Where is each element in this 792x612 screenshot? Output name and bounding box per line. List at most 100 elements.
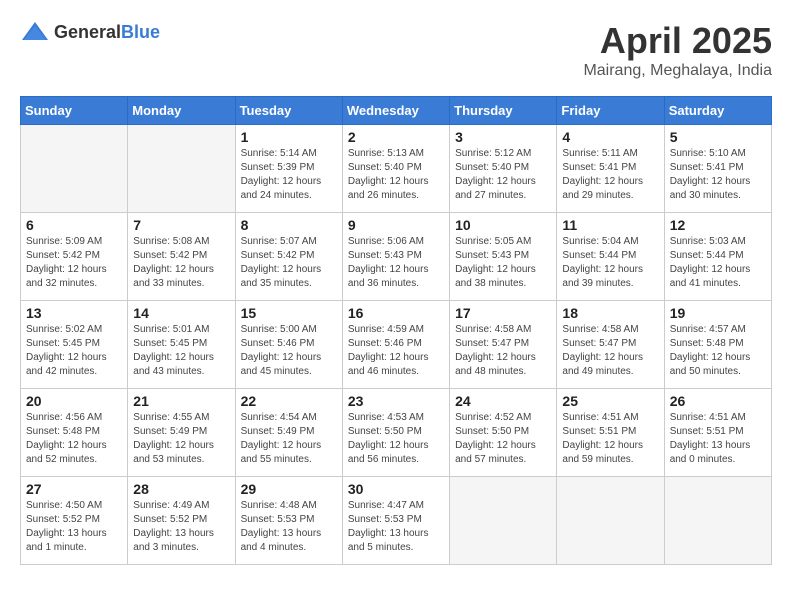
day-info: Sunrise: 5:02 AM Sunset: 5:45 PM Dayligh… xyxy=(26,323,122,379)
day-number: 6 xyxy=(26,217,122,233)
day-info: Sunrise: 4:58 AM Sunset: 5:47 PM Dayligh… xyxy=(562,323,658,379)
day-number: 4 xyxy=(562,129,658,145)
week-row-2: 6 Sunrise: 5:09 AM Sunset: 5:42 PM Daylig… xyxy=(21,213,772,301)
day-number: 11 xyxy=(562,217,658,233)
calendar-cell: 18 Sunrise: 4:58 AM Sunset: 5:47 PM Dayli… xyxy=(557,301,664,389)
day-number: 15 xyxy=(241,305,337,321)
logo: GeneralBlue xyxy=(20,20,160,44)
weekday-header-friday: Friday xyxy=(557,97,664,125)
week-row-5: 27Sunrise: 4:50 AM Sunset: 5:52 PM Dayli… xyxy=(21,477,772,565)
calendar-cell: 23 Sunrise: 4:53 AM Sunset: 5:50 PM Dayli… xyxy=(342,389,449,477)
calendar-cell: 7 Sunrise: 5:08 AM Sunset: 5:42 PM Daylig… xyxy=(128,213,235,301)
calendar-cell: 29 Sunrise: 4:48 AM Sunset: 5:53 PM Dayli… xyxy=(235,477,342,565)
day-info: Sunrise: 5:09 AM Sunset: 5:42 PM Dayligh… xyxy=(26,235,122,291)
day-info: Sunrise: 5:00 AM Sunset: 5:46 PM Dayligh… xyxy=(241,323,337,379)
calendar-cell: 2 Sunrise: 5:13 AM Sunset: 5:40 PM Daylig… xyxy=(342,125,449,213)
logo-general: General xyxy=(54,22,121,42)
weekday-header-wednesday: Wednesday xyxy=(342,97,449,125)
day-number: 26 xyxy=(670,393,766,409)
day-info: Sunrise: 4:55 AM Sunset: 5:49 PM Dayligh… xyxy=(133,411,229,467)
calendar-cell: 20 Sunrise: 4:56 AM Sunset: 5:48 PM Dayli… xyxy=(21,389,128,477)
calendar-cell xyxy=(128,125,235,213)
day-number: 24 xyxy=(455,393,551,409)
logo-text: GeneralBlue xyxy=(54,22,160,43)
day-info: Sunrise: 4:51 AM Sunset: 5:51 PM Dayligh… xyxy=(562,411,658,467)
calendar-cell: 27Sunrise: 4:50 AM Sunset: 5:52 PM Dayli… xyxy=(21,477,128,565)
calendar-cell: 21 Sunrise: 4:55 AM Sunset: 5:49 PM Dayli… xyxy=(128,389,235,477)
calendar-cell: 1 Sunrise: 5:14 AM Sunset: 5:39 PM Daylig… xyxy=(235,125,342,213)
day-info: Sunrise: 5:14 AM Sunset: 5:39 PM Dayligh… xyxy=(241,147,337,203)
day-number: 17 xyxy=(455,305,551,321)
day-info: Sunrise: 5:13 AM Sunset: 5:40 PM Dayligh… xyxy=(348,147,444,203)
calendar-cell: 11 Sunrise: 5:04 AM Sunset: 5:44 PM Dayli… xyxy=(557,213,664,301)
day-info: Sunrise: 4:53 AM Sunset: 5:50 PM Dayligh… xyxy=(348,411,444,467)
day-info: Sunrise: 4:52 AM Sunset: 5:50 PM Dayligh… xyxy=(455,411,551,467)
day-info: Sunrise: 5:05 AM Sunset: 5:43 PM Dayligh… xyxy=(455,235,551,291)
day-number: 2 xyxy=(348,129,444,145)
location-title: Mairang, Meghalaya, India xyxy=(583,62,772,80)
day-number: 3 xyxy=(455,129,551,145)
day-number: 8 xyxy=(241,217,337,233)
calendar-cell: 19 Sunrise: 4:57 AM Sunset: 5:48 PM Dayli… xyxy=(664,301,771,389)
day-number: 21 xyxy=(133,393,229,409)
day-info: Sunrise: 4:48 AM Sunset: 5:53 PM Dayligh… xyxy=(241,499,337,555)
day-info: Sunrise: 5:12 AM Sunset: 5:40 PM Dayligh… xyxy=(455,147,551,203)
calendar-cell xyxy=(557,477,664,565)
day-number: 9 xyxy=(348,217,444,233)
day-number: 18 xyxy=(562,305,658,321)
day-number: 1 xyxy=(241,129,337,145)
calendar-cell: 13 Sunrise: 5:02 AM Sunset: 5:45 PM Dayli… xyxy=(21,301,128,389)
day-number: 13 xyxy=(26,305,122,321)
logo-blue: Blue xyxy=(121,22,160,42)
calendar-cell: 30 Sunrise: 4:47 AM Sunset: 5:53 PM Dayli… xyxy=(342,477,449,565)
calendar-cell: 12Sunrise: 5:03 AM Sunset: 5:44 PM Dayli… xyxy=(664,213,771,301)
calendar-cell xyxy=(450,477,557,565)
day-info: Sunrise: 4:47 AM Sunset: 5:53 PM Dayligh… xyxy=(348,499,444,555)
weekday-header-saturday: Saturday xyxy=(664,97,771,125)
calendar-cell: 8 Sunrise: 5:07 AM Sunset: 5:42 PM Daylig… xyxy=(235,213,342,301)
calendar-cell: 6 Sunrise: 5:09 AM Sunset: 5:42 PM Daylig… xyxy=(21,213,128,301)
day-info: Sunrise: 4:59 AM Sunset: 5:46 PM Dayligh… xyxy=(348,323,444,379)
calendar-cell: 15 Sunrise: 5:00 AM Sunset: 5:46 PM Dayli… xyxy=(235,301,342,389)
day-number: 22 xyxy=(241,393,337,409)
calendar-table: SundayMondayTuesdayWednesdayThursdayFrid… xyxy=(20,96,772,565)
calendar-cell: 9 Sunrise: 5:06 AM Sunset: 5:43 PM Daylig… xyxy=(342,213,449,301)
day-info: Sunrise: 4:56 AM Sunset: 5:48 PM Dayligh… xyxy=(26,411,122,467)
day-number: 12 xyxy=(670,217,766,233)
day-number: 28 xyxy=(133,481,229,497)
day-info: Sunrise: 4:57 AM Sunset: 5:48 PM Dayligh… xyxy=(670,323,766,379)
calendar-cell: 5Sunrise: 5:10 AM Sunset: 5:41 PM Daylig… xyxy=(664,125,771,213)
day-number: 29 xyxy=(241,481,337,497)
day-info: Sunrise: 4:49 AM Sunset: 5:52 PM Dayligh… xyxy=(133,499,229,555)
weekday-header-tuesday: Tuesday xyxy=(235,97,342,125)
day-number: 19 xyxy=(670,305,766,321)
day-info: Sunrise: 5:06 AM Sunset: 5:43 PM Dayligh… xyxy=(348,235,444,291)
calendar-cell xyxy=(21,125,128,213)
day-number: 10 xyxy=(455,217,551,233)
day-info: Sunrise: 5:10 AM Sunset: 5:41 PM Dayligh… xyxy=(670,147,766,203)
week-row-1: 1 Sunrise: 5:14 AM Sunset: 5:39 PM Daylig… xyxy=(21,125,772,213)
month-title: April 2025 xyxy=(583,20,772,62)
weekday-header-thursday: Thursday xyxy=(450,97,557,125)
day-number: 20 xyxy=(26,393,122,409)
calendar-cell: 3 Sunrise: 5:12 AM Sunset: 5:40 PM Daylig… xyxy=(450,125,557,213)
week-row-3: 13 Sunrise: 5:02 AM Sunset: 5:45 PM Dayli… xyxy=(21,301,772,389)
calendar-cell: 17 Sunrise: 4:58 AM Sunset: 5:47 PM Dayli… xyxy=(450,301,557,389)
day-info: Sunrise: 5:08 AM Sunset: 5:42 PM Dayligh… xyxy=(133,235,229,291)
day-number: 23 xyxy=(348,393,444,409)
day-info: Sunrise: 5:04 AM Sunset: 5:44 PM Dayligh… xyxy=(562,235,658,291)
page-header: GeneralBlue April 2025 Mairang, Meghalay… xyxy=(20,20,772,80)
weekday-header-monday: Monday xyxy=(128,97,235,125)
day-info: Sunrise: 5:11 AM Sunset: 5:41 PM Dayligh… xyxy=(562,147,658,203)
calendar-cell: 16Sunrise: 4:59 AM Sunset: 5:46 PM Dayli… xyxy=(342,301,449,389)
weekday-header-sunday: Sunday xyxy=(21,97,128,125)
calendar-cell: 22Sunrise: 4:54 AM Sunset: 5:49 PM Dayli… xyxy=(235,389,342,477)
calendar-cell: 28 Sunrise: 4:49 AM Sunset: 5:52 PM Dayli… xyxy=(128,477,235,565)
day-number: 7 xyxy=(133,217,229,233)
day-info: Sunrise: 5:07 AM Sunset: 5:42 PM Dayligh… xyxy=(241,235,337,291)
day-info: Sunrise: 4:58 AM Sunset: 5:47 PM Dayligh… xyxy=(455,323,551,379)
calendar-cell: 4 Sunrise: 5:11 AM Sunset: 5:41 PM Daylig… xyxy=(557,125,664,213)
day-number: 30 xyxy=(348,481,444,497)
day-info: Sunrise: 4:50 AM Sunset: 5:52 PM Dayligh… xyxy=(26,499,122,555)
weekday-header-row: SundayMondayTuesdayWednesdayThursdayFrid… xyxy=(21,97,772,125)
